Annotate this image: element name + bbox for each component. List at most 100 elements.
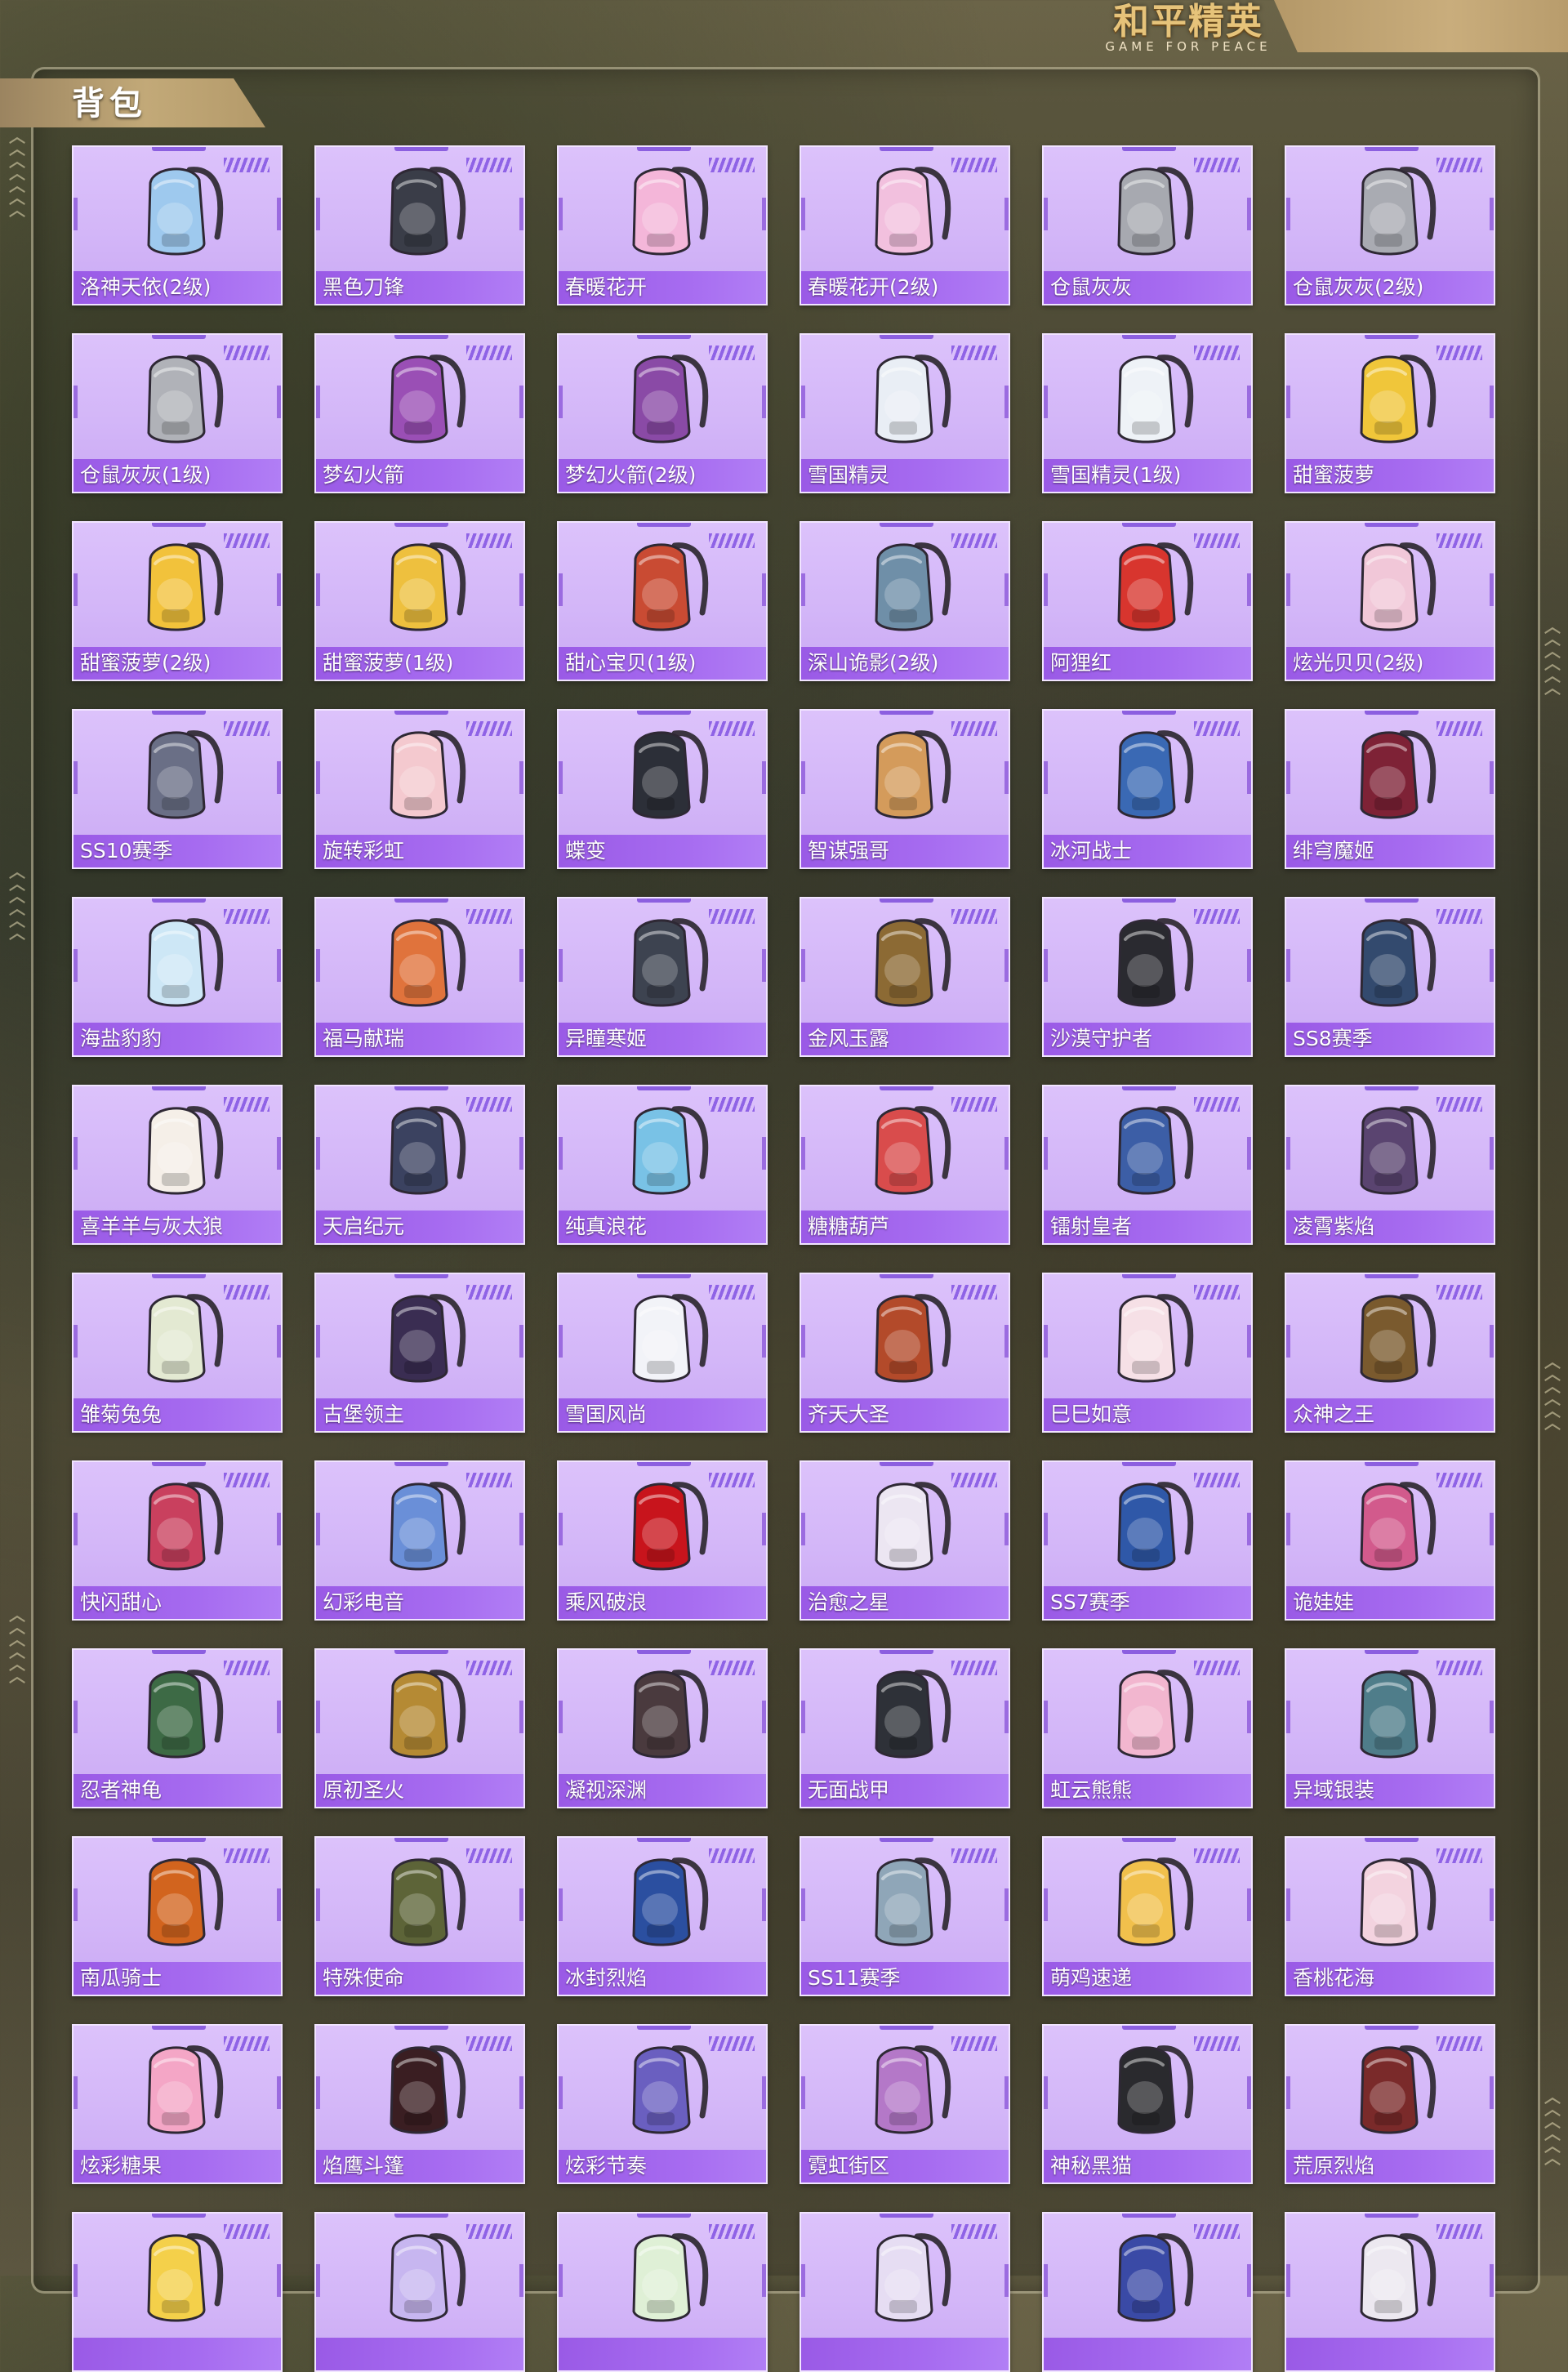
card-top-accent — [394, 1086, 448, 1090]
backpack-card[interactable]: 冰封烈焰 — [557, 1836, 768, 1996]
backpack-card[interactable]: 仓鼠灰灰 — [1042, 145, 1253, 305]
backpack-card[interactable]: 雪国精灵(1级) — [1042, 333, 1253, 493]
backpack-card[interactable]: 冰河战士 — [1042, 709, 1253, 869]
backpack-card[interactable]: 镭射皇者 — [1042, 1085, 1253, 1245]
backpack-name: 齐天大圣 — [808, 1402, 890, 1426]
backpack-card[interactable]: 洛神天依(2级) — [72, 145, 283, 305]
card-top-accent — [394, 335, 448, 339]
backpack-card[interactable]: 深山诡影(2级) — [800, 521, 1010, 681]
backpack-card[interactable]: 春暖花开(2级) — [800, 145, 1010, 305]
backpack-card[interactable]: 仓鼠灰灰(2级) — [1285, 145, 1495, 305]
backpack-card[interactable]: 梦幻火箭 — [314, 333, 525, 493]
backpack-name: 异域银装 — [1293, 1778, 1375, 1802]
backpack-card[interactable]: 天启纪元 — [314, 1085, 525, 1245]
backpack-card[interactable] — [1285, 2212, 1495, 2372]
backpack-card[interactable]: 黑色刀锋 — [314, 145, 525, 305]
backpack-card[interactable]: 绯穹魔姬 — [1285, 709, 1495, 869]
backpack-card[interactable]: 虹云熊熊 — [1042, 1648, 1253, 1808]
card-top-accent — [880, 1650, 933, 1654]
backpack-card[interactable]: 异瞳寒姬 — [557, 897, 768, 1057]
backpack-card[interactable]: 海盐豹豹 — [72, 897, 283, 1057]
backpack-name: 治愈之星 — [808, 1590, 890, 1614]
backpack-card[interactable] — [1042, 2212, 1253, 2372]
backpack-card[interactable]: 甜蜜菠萝(1级) — [314, 521, 525, 681]
backpack-card[interactable]: 雪国精灵 — [800, 333, 1010, 493]
backpack-icon — [1096, 1470, 1202, 1583]
backpack-card[interactable]: 霓虹街区 — [800, 2024, 1010, 2184]
backpack-card[interactable]: 诡娃娃 — [1285, 1460, 1495, 1621]
backpack-icon — [126, 2034, 232, 2147]
backpack-card[interactable]: 凝视深渊 — [557, 1648, 768, 1808]
backpack-card[interactable]: 智谋强哥 — [800, 709, 1010, 869]
backpack-card[interactable]: 萌鸡速递 — [1042, 1836, 1253, 1996]
backpack-name: 智谋强哥 — [808, 839, 890, 863]
backpack-card[interactable]: 梦幻火箭(2级) — [557, 333, 768, 493]
backpack-card[interactable]: 乘风破浪 — [557, 1460, 768, 1621]
card-top-accent — [1122, 147, 1176, 151]
backpack-name: 深山诡影(2级) — [808, 651, 939, 675]
backpack-card[interactable]: 炫光贝贝(2级) — [1285, 521, 1495, 681]
backpack-name: 特殊使命 — [323, 1966, 405, 1990]
card-top-accent — [152, 1462, 206, 1466]
backpack-card[interactable]: 糖糖葫芦 — [800, 1085, 1010, 1245]
backpack-name: 古堡领主 — [323, 1402, 405, 1426]
backpack-card[interactable]: 众神之王 — [1285, 1273, 1495, 1433]
backpack-card[interactable]: 巳巳如意 — [1042, 1273, 1253, 1433]
backpack-name: 南瓜骑士 — [80, 1966, 163, 1990]
backpack-card[interactable]: 蝶变 — [557, 709, 768, 869]
backpack-card[interactable]: 雪国风尚 — [557, 1273, 768, 1433]
backpack-icon — [126, 155, 232, 268]
backpack-card[interactable]: 炫彩糖果 — [72, 2024, 283, 2184]
backpack-card[interactable]: SS10赛季 — [72, 709, 283, 869]
backpack-card[interactable]: 香桃花海 — [1285, 1836, 1495, 1996]
backpack-icon — [126, 1470, 232, 1583]
backpack-card[interactable]: 荒原烈焰 — [1285, 2024, 1495, 2184]
backpack-card[interactable]: SS11赛季 — [800, 1836, 1010, 1996]
backpack-card[interactable]: 古堡领主 — [314, 1273, 525, 1433]
backpack-icon — [611, 1658, 717, 1771]
backpack-card[interactable]: 仓鼠灰灰(1级) — [72, 333, 283, 493]
backpack-icon — [1339, 531, 1445, 644]
backpack-card[interactable] — [72, 2212, 283, 2372]
card-top-accent — [1122, 898, 1176, 903]
backpack-card[interactable]: SS8赛季 — [1285, 897, 1495, 1057]
backpack-name: 春暖花开 — [565, 275, 648, 299]
card-top-accent — [880, 2214, 933, 2218]
backpack-icon — [1339, 1846, 1445, 1959]
backpack-card[interactable]: 凌霄紫焰 — [1285, 1085, 1495, 1245]
backpack-card[interactable]: 旋转彩虹 — [314, 709, 525, 869]
backpack-card[interactable]: 阿狸红 — [1042, 521, 1253, 681]
backpack-card[interactable]: 特殊使命 — [314, 1836, 525, 1996]
backpack-card[interactable]: 沙漠守护者 — [1042, 897, 1253, 1057]
backpack-card[interactable]: 齐天大圣 — [800, 1273, 1010, 1433]
backpack-icon — [1096, 531, 1202, 644]
backpack-card[interactable]: 金风玉露 — [800, 897, 1010, 1057]
backpack-card[interactable] — [314, 2212, 525, 2372]
backpack-card[interactable]: 喜羊羊与灰太狼 — [72, 1085, 283, 1245]
backpack-card[interactable]: 焰鹰斗篷 — [314, 2024, 525, 2184]
backpack-card[interactable]: 治愈之星 — [800, 1460, 1010, 1621]
backpack-name: 凌霄紫焰 — [1293, 1215, 1375, 1238]
backpack-card[interactable]: 甜心宝贝(1级) — [557, 521, 768, 681]
backpack-card[interactable]: 雏菊兔兔 — [72, 1273, 283, 1433]
backpack-card[interactable] — [557, 2212, 768, 2372]
backpack-card[interactable]: 甜蜜菠萝(2级) — [72, 521, 283, 681]
backpack-card[interactable]: 快闪甜心 — [72, 1460, 283, 1621]
backpack-card[interactable]: 福马献瑞 — [314, 897, 525, 1057]
backpack-icon — [126, 531, 232, 644]
backpack-card[interactable]: 纯真浪花 — [557, 1085, 768, 1245]
backpack-card[interactable]: SS7赛季 — [1042, 1460, 1253, 1621]
backpack-card[interactable]: 甜蜜菠萝 — [1285, 333, 1495, 493]
backpack-card[interactable] — [800, 2212, 1010, 2372]
backpack-card[interactable]: 无面战甲 — [800, 1648, 1010, 1808]
backpack-name: SS7赛季 — [1050, 1590, 1130, 1614]
backpack-card[interactable]: 春暖花开 — [557, 145, 768, 305]
backpack-card[interactable]: 原初圣火 — [314, 1648, 525, 1808]
backpack-card[interactable]: 炫彩节奏 — [557, 2024, 768, 2184]
backpack-card[interactable]: 忍者神龟 — [72, 1648, 283, 1808]
backpack-icon — [611, 343, 717, 456]
backpack-card[interactable]: 异域银装 — [1285, 1648, 1495, 1808]
backpack-card[interactable]: 南瓜骑士 — [72, 1836, 283, 1996]
backpack-card[interactable]: 幻彩电音 — [314, 1460, 525, 1621]
backpack-card[interactable]: 神秘黑猫 — [1042, 2024, 1253, 2184]
